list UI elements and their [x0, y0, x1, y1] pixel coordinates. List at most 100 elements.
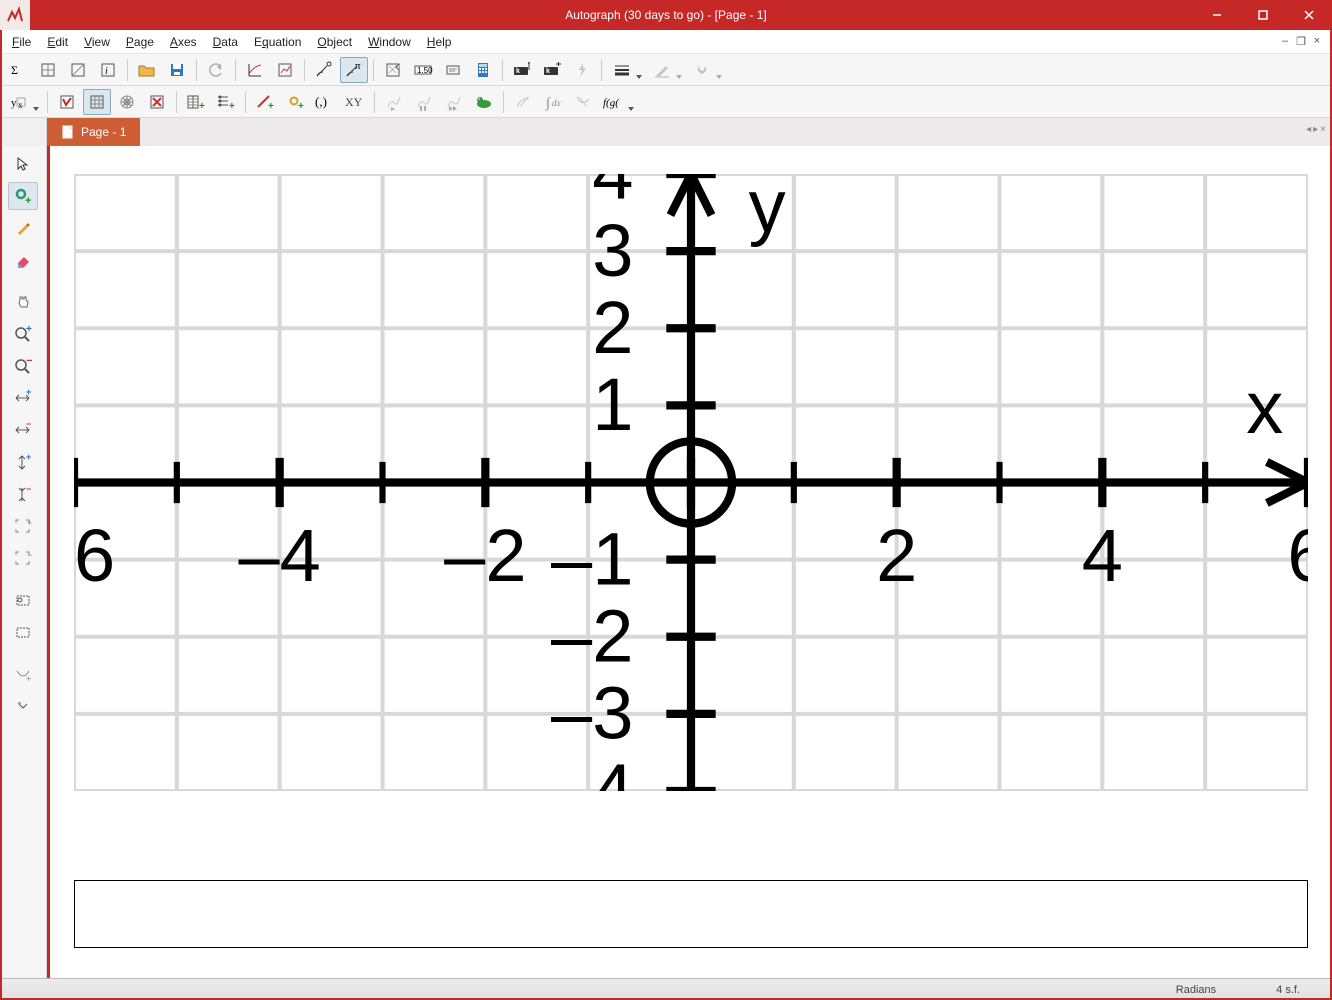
tab-close[interactable]: ×	[1320, 124, 1326, 135]
constant-controller-button[interactable]: 1.50	[409, 57, 437, 83]
page-icon	[61, 125, 75, 139]
menu-window[interactable]: Window	[360, 33, 419, 51]
eraser-tool[interactable]	[8, 246, 38, 274]
zoom-in-tool[interactable]: +	[8, 320, 38, 348]
zoom-out-x-tool[interactable]: −	[8, 416, 38, 444]
menu-data[interactable]: Data	[205, 33, 246, 51]
minimize-button[interactable]	[1194, 0, 1240, 30]
close-button[interactable]	[1286, 0, 1332, 30]
equal-aspect-dropdown[interactable]: yx	[4, 89, 42, 115]
canvas[interactable]: –6–4–2246–4–3–2–11234xy	[47, 146, 1332, 978]
animation-pause-button[interactable]	[410, 89, 438, 115]
keyboard-preferences-button[interactable]: k	[538, 57, 566, 83]
show-key-button[interactable]	[53, 89, 81, 115]
svg-text:+: +	[27, 518, 32, 528]
whiteboard-button[interactable]: i	[94, 57, 122, 83]
integral-button[interactable]: ∫dx	[539, 89, 567, 115]
grouped-data-button[interactable]: +	[212, 89, 240, 115]
tab-prev[interactable]: ◂	[1306, 124, 1311, 135]
svg-text:Σ: Σ	[11, 63, 18, 77]
menu-equation[interactable]: Equation	[246, 33, 309, 51]
marquee-select-tool[interactable]	[8, 618, 38, 646]
polar-grid-button[interactable]	[113, 89, 141, 115]
maximize-button[interactable]	[1240, 0, 1286, 30]
calculator-button[interactable]	[469, 57, 497, 83]
text-box-button[interactable]	[439, 57, 467, 83]
svg-text:1: 1	[592, 363, 633, 446]
new-3d-page-button[interactable]	[64, 57, 92, 83]
mdi-restore[interactable]: ❐	[1294, 35, 1308, 48]
gradient-button[interactable]	[509, 89, 537, 115]
vector-tool[interactable]: +	[8, 660, 38, 688]
svg-text:+: +	[298, 101, 304, 111]
default-scales-button[interactable]	[271, 57, 299, 83]
svg-text:6: 6	[1287, 514, 1308, 597]
add-equation-button[interactable]: +	[251, 89, 279, 115]
mdi-close[interactable]: ×	[1310, 35, 1324, 48]
draw-color-dropdown[interactable]	[647, 57, 685, 83]
svg-text:+: +	[268, 101, 274, 111]
add-point-button[interactable]: +	[281, 89, 309, 115]
zoom-out-y-tool[interactable]: −	[8, 480, 38, 508]
svg-text:3: 3	[592, 209, 633, 292]
open-button[interactable]	[133, 57, 161, 83]
flash-button[interactable]	[568, 57, 596, 83]
add-coordinates-button[interactable]: (,)	[311, 89, 339, 115]
graph-plot[interactable]: –6–4–2246–4–3–2–11234xy	[74, 174, 1308, 791]
sidebar: + + − + − + − + − +	[0, 146, 47, 978]
point-tool[interactable]: +	[8, 182, 38, 210]
scribble-tool[interactable]	[8, 214, 38, 242]
app-icon	[0, 0, 30, 30]
zoom-in-y-tool[interactable]: +	[8, 448, 38, 476]
tab-next[interactable]: ▸	[1313, 124, 1318, 135]
menu-edit[interactable]: Edit	[39, 33, 76, 51]
edit-axes-button[interactable]	[241, 57, 269, 83]
page-tab[interactable]: Page - 1	[47, 118, 140, 146]
zoom-selection-in-tool[interactable]: +	[8, 512, 38, 540]
window-controls	[1194, 0, 1332, 30]
newton-raphson-button[interactable]	[569, 89, 597, 115]
xy-dataset-button[interactable]: XY	[341, 89, 369, 115]
menu-object[interactable]: Object	[309, 33, 360, 51]
more-tools[interactable]	[8, 692, 38, 720]
radians-button[interactable]: π	[340, 57, 368, 83]
svg-text:–1: –1	[551, 517, 633, 600]
animation-ff-button[interactable]	[440, 89, 468, 115]
animation-play-button[interactable]	[380, 89, 408, 115]
undo-button[interactable]	[202, 57, 230, 83]
fill-color-dropdown[interactable]	[687, 57, 725, 83]
zoom-out-tool[interactable]: −	[8, 352, 38, 380]
equation-input-box[interactable]	[74, 880, 1308, 948]
menu-page[interactable]: Page	[118, 33, 162, 51]
svg-text:i: i	[105, 66, 108, 77]
rect-select-tool[interactable]	[8, 586, 38, 614]
svg-text:+: +	[26, 389, 31, 397]
grid-button[interactable]	[83, 89, 111, 115]
keyboard-button[interactable]: k	[508, 57, 536, 83]
svg-text:4: 4	[592, 174, 633, 215]
save-button[interactable]	[163, 57, 191, 83]
svg-text:(,): (,)	[315, 94, 327, 109]
svg-text:+: +	[26, 674, 31, 683]
degrees-button[interactable]	[310, 57, 338, 83]
delete-objects-button[interactable]	[143, 89, 171, 115]
new-2d-page-button[interactable]	[34, 57, 62, 83]
menu-axes[interactable]: Axes	[162, 33, 205, 51]
line-thickness-dropdown[interactable]	[607, 57, 645, 83]
svg-text:π: π	[355, 61, 361, 72]
drag-tool[interactable]	[8, 288, 38, 316]
menu-view[interactable]: View	[76, 33, 118, 51]
mdi-minimize[interactable]: –	[1278, 35, 1292, 48]
new-1d-page-button[interactable]: Σ	[4, 57, 32, 83]
slow-plot-button[interactable]	[379, 57, 407, 83]
window-title: Autograph (30 days to go) - [Page - 1]	[0, 8, 1332, 22]
select-tool[interactable]	[8, 150, 38, 178]
menu-file[interactable]: File	[4, 33, 39, 51]
slow-plot-speed-button[interactable]	[470, 89, 498, 115]
raw-data-button[interactable]: +	[182, 89, 210, 115]
statusbar: Radians 4 s.f.	[0, 978, 1332, 1000]
function-definitions-dropdown[interactable]: f(g(	[599, 89, 637, 115]
zoom-in-x-tool[interactable]: +	[8, 384, 38, 412]
zoom-selection-out-tool[interactable]: −	[8, 544, 38, 572]
menu-help[interactable]: Help	[419, 33, 460, 51]
